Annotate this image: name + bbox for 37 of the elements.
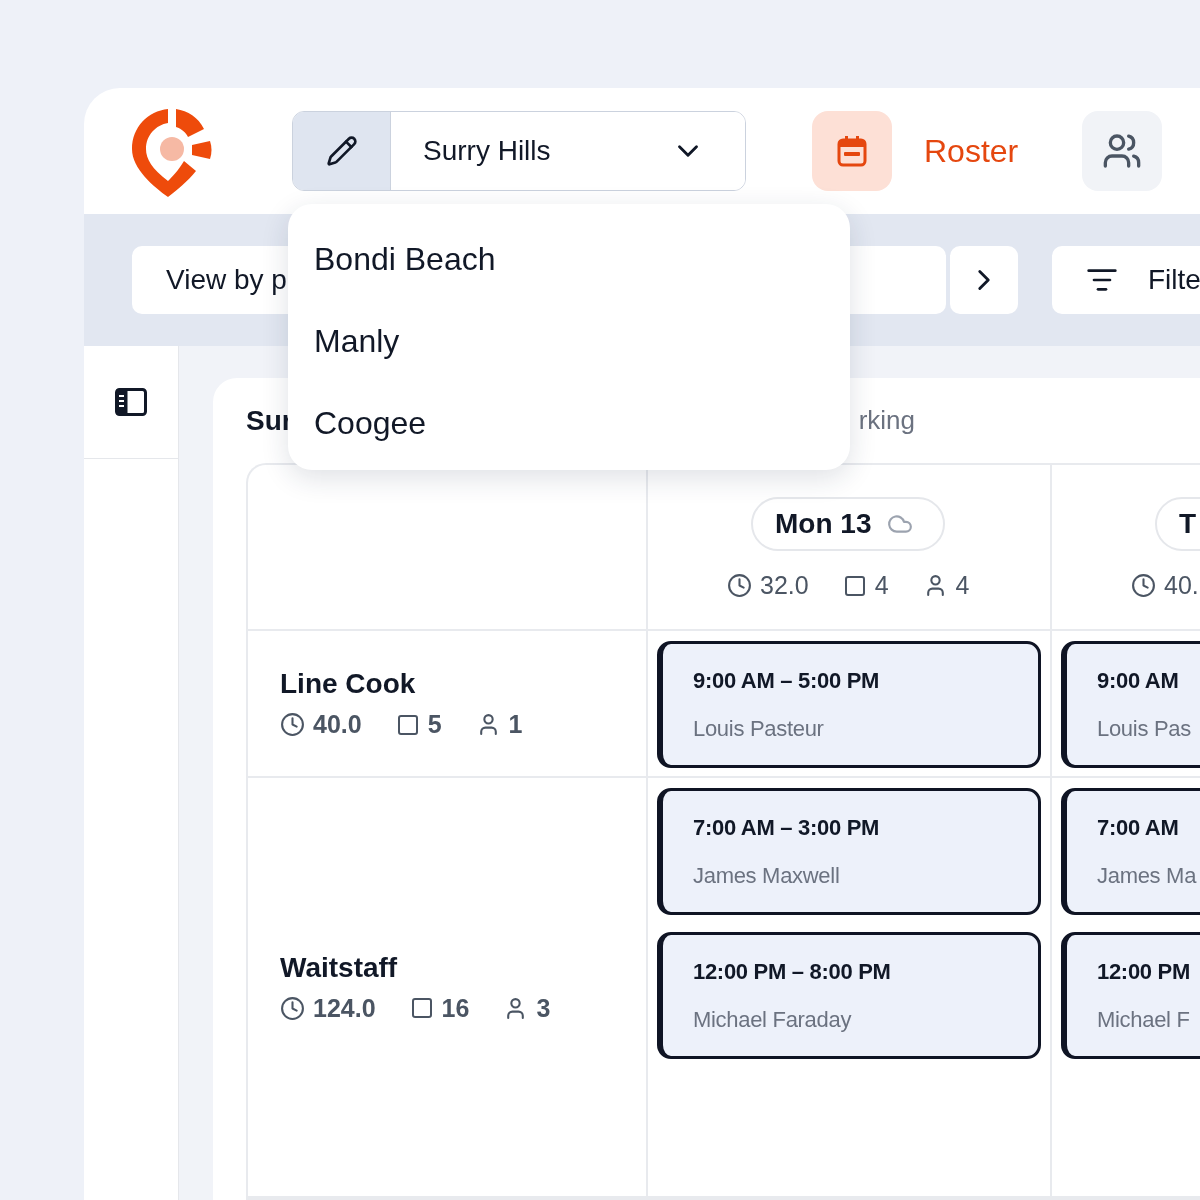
pencil-icon bbox=[325, 135, 358, 167]
square-icon bbox=[395, 712, 420, 737]
hours-stat: 124.0 bbox=[280, 993, 376, 1023]
shift-card[interactable]: 7:00 AM – 3:00 PM James Maxwell bbox=[657, 788, 1041, 915]
shift-card[interactable]: 9:00 AM Louis Pas bbox=[1061, 641, 1200, 768]
day-pill[interactable]: Mon 13 bbox=[751, 497, 946, 551]
calendar-icon bbox=[836, 134, 868, 168]
people-icon bbox=[1102, 131, 1143, 171]
card-subtitle: rking bbox=[858, 405, 916, 436]
clock-icon bbox=[1131, 573, 1156, 598]
hours-stat: 40.0 bbox=[280, 710, 362, 739]
clock-icon bbox=[280, 995, 305, 1021]
hours-stat: 40. bbox=[1131, 571, 1199, 600]
filter-button[interactable]: Filte bbox=[1052, 246, 1200, 314]
edit-button[interactable] bbox=[293, 112, 391, 190]
shifts-stat: 4 bbox=[842, 571, 889, 600]
square-icon bbox=[409, 996, 434, 1020]
shift-card[interactable]: 12:00 PM Michael F bbox=[1061, 932, 1200, 1059]
shift-card[interactable]: 9:00 AM – 5:00 PM Louis Pasteur bbox=[657, 641, 1041, 768]
role-name: Waitstaff bbox=[280, 951, 399, 984]
role-name: Line Cook bbox=[280, 668, 417, 700]
roster-link[interactable]: Roster bbox=[924, 132, 1019, 170]
shift-card[interactable]: 12:00 PM – 8:00 PM Michael Faraday bbox=[657, 932, 1041, 1059]
clock-icon bbox=[727, 573, 752, 598]
staff-stat: 1 bbox=[475, 710, 523, 739]
staff-stat: 3 bbox=[503, 993, 551, 1023]
shift-card[interactable]: 7:00 AM James Ma bbox=[1061, 788, 1200, 915]
hours-stat: 32.0 bbox=[727, 571, 809, 600]
square-icon bbox=[842, 573, 867, 598]
day-pill[interactable]: T bbox=[1155, 497, 1200, 551]
staff-stat: 4 bbox=[922, 571, 970, 600]
roster-button[interactable] bbox=[812, 111, 892, 191]
staff-button[interactable] bbox=[1082, 111, 1163, 191]
sidebar-toggle-icon[interactable] bbox=[115, 388, 147, 416]
shifts-stat: 5 bbox=[395, 710, 442, 739]
clock-icon bbox=[280, 712, 305, 737]
shifts-stat: 16 bbox=[409, 993, 470, 1023]
